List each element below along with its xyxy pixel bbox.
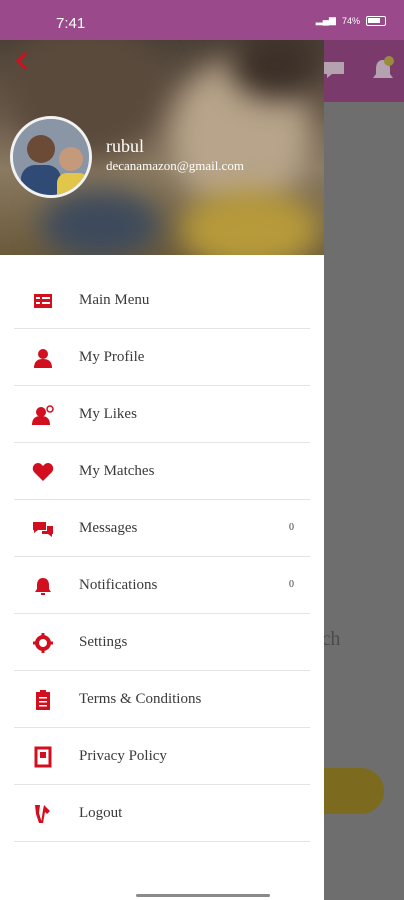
header-photo-blur xyxy=(180,190,320,255)
menu-item-label: Settings xyxy=(79,634,128,650)
status-bar: 7:41 ▂▄▆ 74% xyxy=(0,0,404,40)
bell-icon xyxy=(373,56,394,78)
menu-item-logout[interactable]: Logout xyxy=(14,785,310,842)
home-indicator[interactable] xyxy=(136,894,270,897)
menu-item-label: Main Menu xyxy=(79,292,150,308)
person-like-icon xyxy=(32,405,54,425)
bell-icon xyxy=(35,578,51,595)
menu-item-main-menu[interactable]: Main Menu xyxy=(14,272,310,329)
heart-icon xyxy=(32,463,54,481)
menu-item-notifications[interactable]: Notifications 0 xyxy=(14,557,310,614)
menu-item-terms-conditions[interactable]: Terms & Conditions xyxy=(14,671,310,728)
menu-item-settings[interactable]: Settings xyxy=(14,614,310,671)
signal-icon: ▂▄▆ xyxy=(315,15,336,25)
status-time: 7:41 xyxy=(56,15,86,32)
menu-item-label: My Profile xyxy=(79,349,145,365)
menu-item-label: Messages xyxy=(79,520,138,536)
avatar[interactable] xyxy=(10,116,92,198)
avatar-photo xyxy=(13,119,89,195)
menu-item-label: Notifications xyxy=(79,577,158,593)
menu-item-label: Logout xyxy=(79,805,123,821)
gear-icon xyxy=(33,633,53,653)
drawer-header: rubul decanamazon@gmail.com xyxy=(0,40,324,255)
person-icon xyxy=(34,349,52,368)
logout-icon xyxy=(35,805,50,823)
clipboard-icon xyxy=(36,690,50,710)
notifications-count: 0 xyxy=(289,579,294,590)
menu-item-label: Terms & Conditions xyxy=(79,691,202,707)
menu-item-label: Privacy Policy xyxy=(79,748,167,764)
menu-list-icon xyxy=(34,294,52,308)
user-email: decanamazon@gmail.com xyxy=(106,158,244,173)
menu-item-my-likes[interactable]: My Likes xyxy=(14,386,310,443)
status-icons: ▂▄▆ 74% xyxy=(316,15,386,26)
document-icon xyxy=(34,746,52,768)
chat-icon xyxy=(324,62,344,78)
chat-icon xyxy=(33,522,53,537)
menu-item-label: My Likes xyxy=(79,406,137,422)
back-arrow-icon[interactable] xyxy=(14,50,30,72)
header-photo-blur xyxy=(40,190,160,255)
menu-item-my-matches[interactable]: My Matches xyxy=(14,443,310,500)
menu-item-privacy-policy[interactable]: Privacy Policy xyxy=(14,728,310,785)
messages-count: 0 xyxy=(289,522,294,533)
drawer-menu: Main Menu My Profile My Likes My Matches xyxy=(0,272,324,842)
menu-item-messages[interactable]: Messages 0 xyxy=(14,500,310,557)
battery-icon xyxy=(366,15,386,26)
menu-item-label: My Matches xyxy=(79,463,155,479)
navigation-drawer: rubul decanamazon@gmail.com Main Menu My… xyxy=(0,40,324,900)
battery-percentage: 74% xyxy=(341,15,360,26)
user-name: rubul xyxy=(106,136,144,156)
menu-item-my-profile[interactable]: My Profile xyxy=(14,329,310,386)
